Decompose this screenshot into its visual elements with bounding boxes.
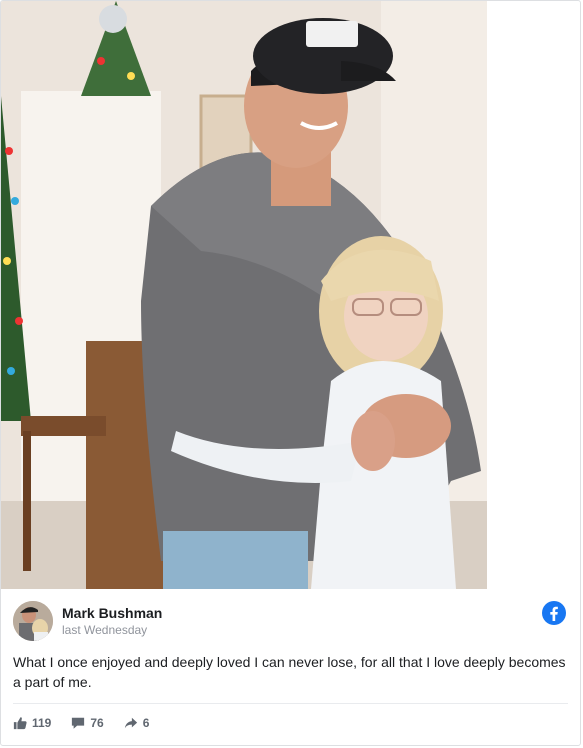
comment-count[interactable]: 76 [71,716,104,730]
share-count[interactable]: 6 [124,716,150,730]
facebook-post-card: Mark Bushman last Wednesday What I once … [0,0,581,746]
comment-icon [72,717,85,729]
engagement-bar: 119 76 6 [13,713,169,733]
share-arrow-icon [124,717,137,729]
divider [13,703,568,704]
post-photo[interactable] [1,1,487,589]
author-name[interactable]: Mark Bushman [62,605,162,621]
facebook-icon[interactable] [542,601,566,625]
comment-count-value: 76 [90,716,104,730]
avatar-image [13,601,53,641]
post-text: What I once enjoyed and deeply loved I c… [13,654,566,690]
author-avatar[interactable] [13,601,53,641]
post-photo-image [1,1,487,589]
thumbs-up-icon [13,717,27,730]
share-count-value: 6 [142,716,150,730]
post-header: Mark Bushman last Wednesday [13,599,568,643]
post-timestamp[interactable]: last Wednesday [62,623,147,637]
like-count[interactable]: 119 [13,716,51,730]
like-count-value: 119 [32,716,52,730]
